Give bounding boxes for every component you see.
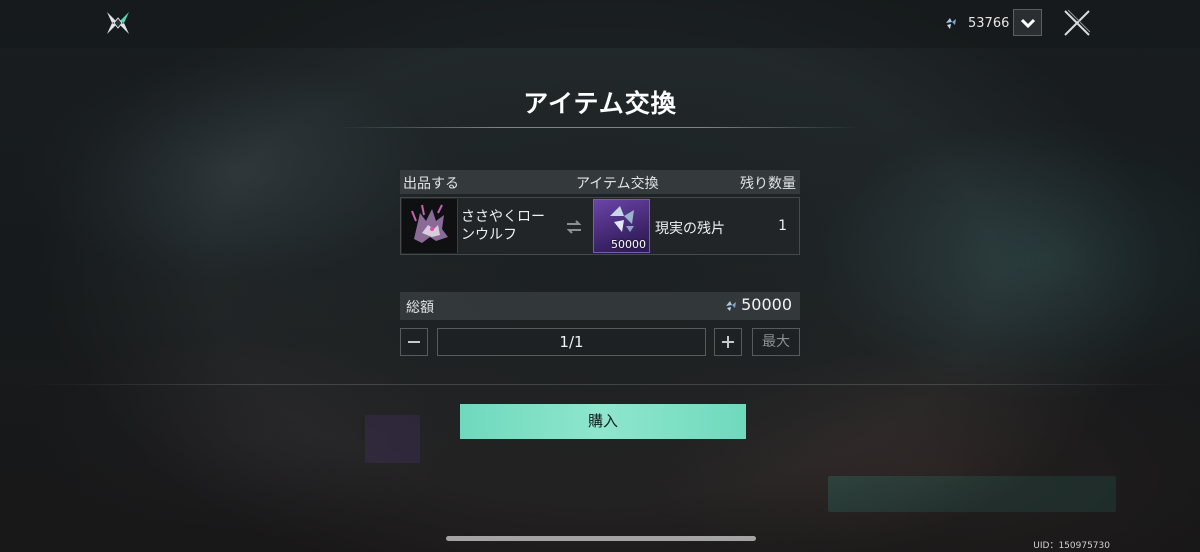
currency-dropdown-button[interactable]: [1013, 9, 1042, 36]
shard-icon: [946, 18, 956, 29]
close-icon[interactable]: [1062, 8, 1092, 38]
quantity-decrease-button[interactable]: [400, 328, 428, 356]
exchange-item-name: 現実の残片: [655, 221, 725, 237]
currency-value: 53766: [968, 15, 1010, 31]
shard-icon: [726, 301, 736, 311]
quantity-max-button[interactable]: 最大: [752, 328, 800, 356]
exchange-item-thumbnail[interactable]: 50000: [593, 199, 650, 253]
total-price-bar: 総額 50000: [400, 292, 800, 320]
overlay-dim: [0, 0, 1200, 552]
game-logo-icon: [107, 12, 129, 34]
shard-icon: [610, 206, 634, 232]
exchange-table-header: 出品する アイテム交換 残り数量: [400, 170, 800, 194]
section-divider: [20, 384, 1180, 385]
exchange-item-count: 50000: [611, 238, 646, 251]
total-value: 50000: [741, 295, 792, 314]
offered-item-thumbnail[interactable]: [402, 199, 458, 253]
user-id: UID：150975730: [1033, 541, 1110, 551]
swap-arrows-icon: [566, 220, 582, 234]
column-header-exchange: アイテム交換: [576, 176, 659, 192]
offered-item-name: ささやくローンウルフ: [461, 209, 545, 243]
title-divider: [340, 127, 860, 128]
exchange-row: ささやくローンウルフ 50000 現実の残片 1: [400, 197, 800, 255]
minus-icon: [408, 341, 420, 343]
quantity-input[interactable]: 1/1: [437, 328, 706, 356]
wolf-icon: [411, 204, 448, 243]
chevron-down-icon: [1020, 18, 1035, 28]
purchase-button[interactable]: 購入: [460, 404, 746, 439]
currency-display: 53766: [944, 12, 1009, 34]
remaining-quantity: 1: [778, 218, 787, 234]
total-label: 総額: [406, 300, 434, 316]
home-indicator[interactable]: [446, 536, 756, 541]
page-title: アイテム交換: [523, 89, 677, 118]
column-header-seller: 出品する: [403, 176, 459, 192]
column-header-remaining: 残り数量: [740, 176, 796, 192]
plus-icon: [722, 336, 734, 348]
quantity-increase-button[interactable]: [714, 328, 742, 356]
